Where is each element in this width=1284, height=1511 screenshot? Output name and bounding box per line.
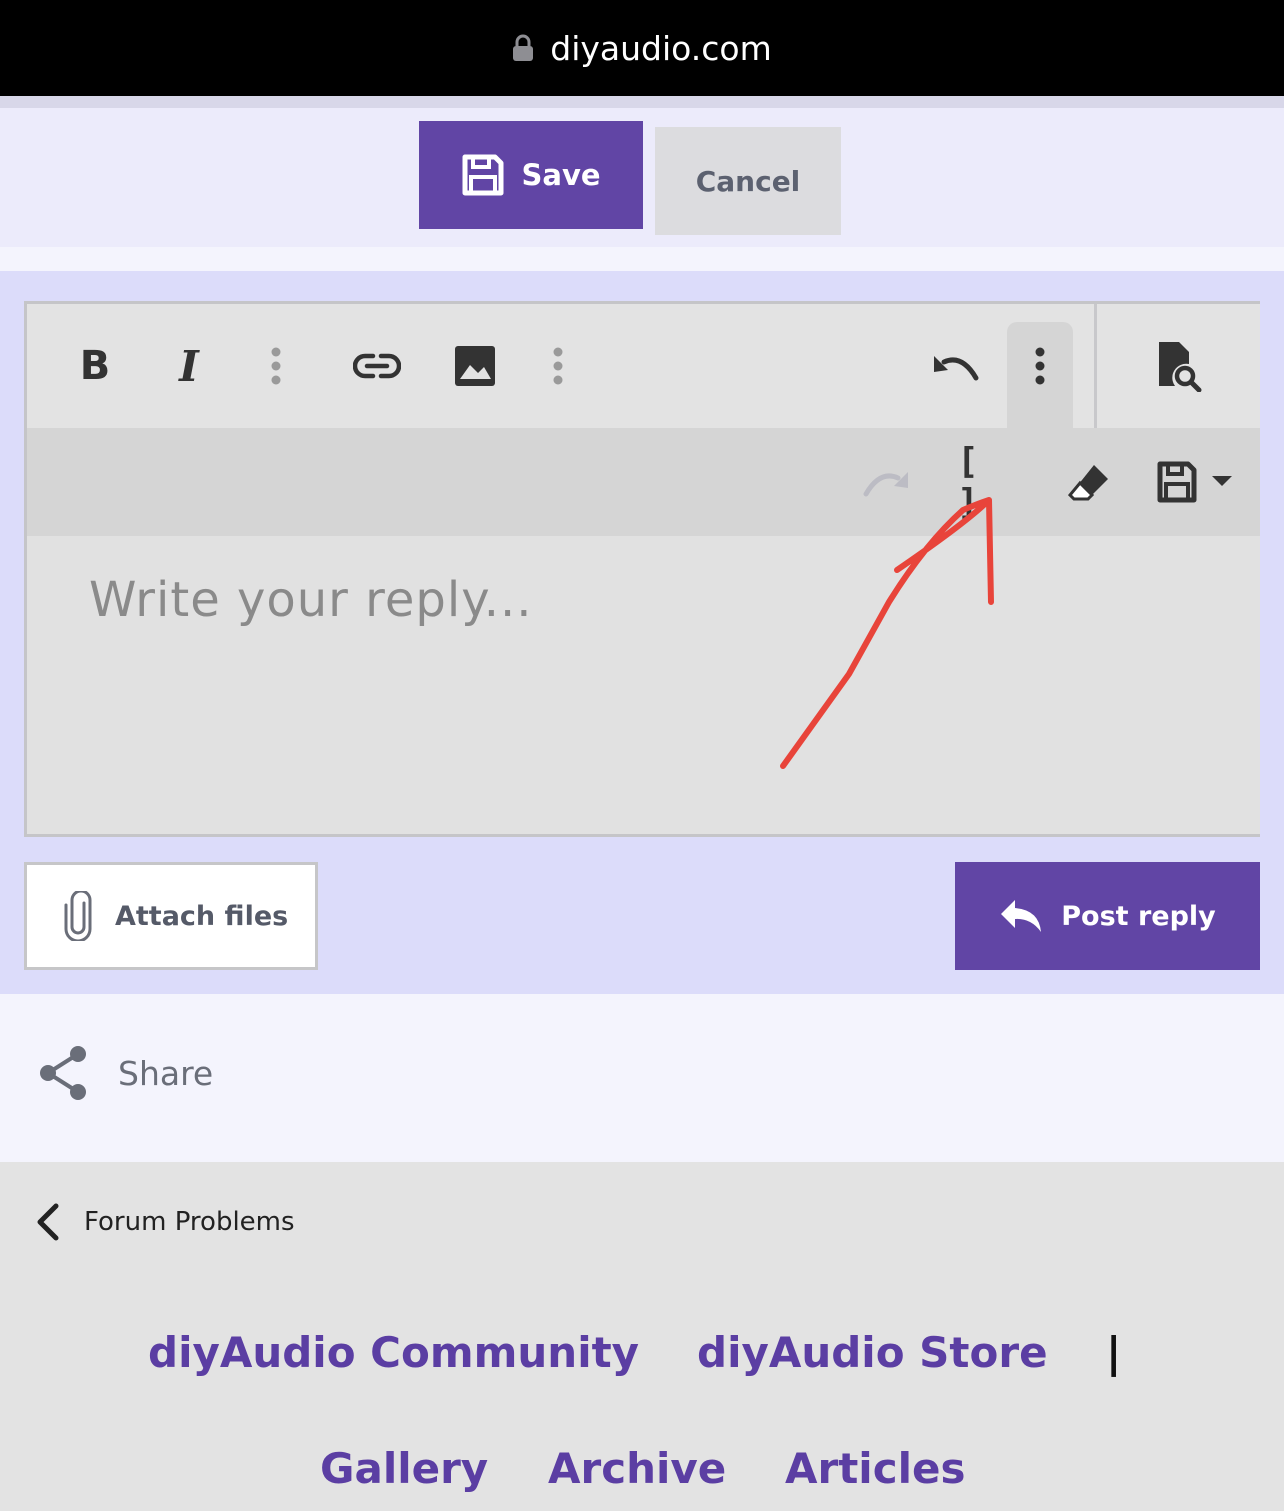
post-reply-label: Post reply [1061,900,1216,932]
cancel-label: Cancel [695,164,801,198]
floppy-disk-icon [462,154,504,196]
more-vertical-icon [271,347,281,385]
more-options-button[interactable] [1017,334,1063,398]
bold-icon: B [79,343,111,389]
footer-link-articles[interactable]: Articles [785,1444,965,1493]
undo-icon [934,356,979,381]
bbcode-icon: [ ] [957,441,979,523]
url-text: diyaudio.com [550,28,772,68]
footer-link-store[interactable]: diyAudio Store [697,1328,1048,1377]
editor-content[interactable]: Write your reply... [27,536,1260,834]
share-section: Share [0,994,1284,1162]
footer-separator: | [1106,1328,1122,1377]
bbcode-button[interactable]: [ ] [957,441,1017,523]
browser-url-bar[interactable]: diyaudio.com [0,0,1284,96]
attach-files-button[interactable]: Attach files [24,862,318,970]
link-button[interactable] [345,334,409,398]
link-icon [353,353,401,379]
breadcrumb-label: Forum Problems [84,1207,295,1237]
bold-button[interactable]: B [67,334,123,398]
attach-files-label: Attach files [115,900,289,932]
footer: Forum Problems diyAudio Community diyAud… [0,1162,1284,1511]
save-button[interactable]: Save [419,121,643,229]
reply-placeholder: Write your reply... [89,572,533,628]
rich-text-editor: B I [] Write your reply... [24,301,1260,837]
footer-link-archive[interactable]: Archive [548,1444,726,1493]
editor-toolbar-secondary: [ ] [27,428,1260,536]
redo-icon [863,472,908,497]
preview-icon [1158,342,1201,392]
post-reply-button[interactable]: Post reply [955,862,1260,970]
more-insert-button[interactable] [535,334,581,398]
preview-button[interactable] [1097,304,1260,428]
image-button[interactable] [443,334,507,398]
image-icon [455,346,495,386]
chevron-left-icon [37,1203,59,1241]
share-icon [40,1046,86,1100]
remove-formatting-button[interactable] [1059,450,1119,514]
undo-button[interactable] [925,334,985,398]
more-vertical-icon [553,347,563,385]
more-text-button[interactable] [253,334,299,398]
drafts-icon [1157,461,1232,503]
share-button[interactable]: Share [36,1044,213,1102]
lock-icon [513,34,534,61]
breadcrumb-back[interactable]: Forum Problems [34,1202,295,1242]
footer-link-community[interactable]: diyAudio Community [148,1328,639,1377]
italic-icon: I [179,341,199,391]
share-label: Share [118,1053,214,1093]
cancel-button[interactable]: Cancel [655,127,841,235]
drafts-button[interactable] [1151,450,1241,514]
redo-button[interactable] [857,452,917,512]
footer-link-gallery[interactable]: Gallery [320,1444,488,1493]
section-spacer [0,247,1284,271]
save-label: Save [521,158,601,192]
more-vertical-icon [1035,347,1045,385]
italic-button[interactable]: I [161,334,217,398]
eraser-icon [1067,465,1108,501]
paperclip-icon [64,891,92,941]
reply-icon [1001,900,1042,932]
